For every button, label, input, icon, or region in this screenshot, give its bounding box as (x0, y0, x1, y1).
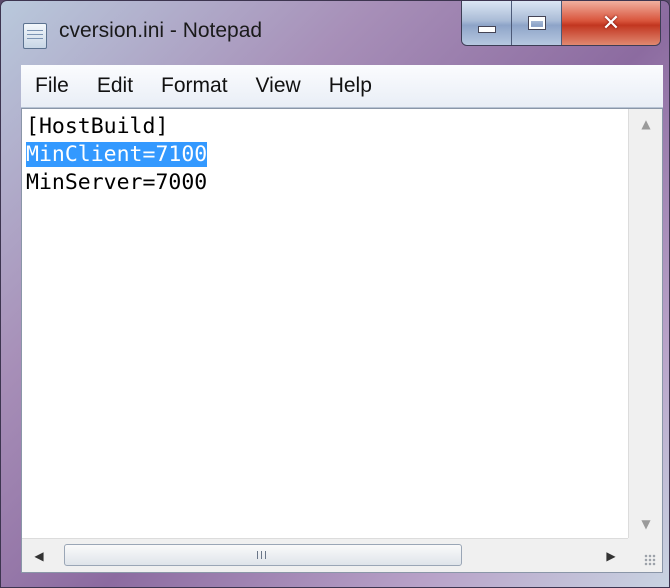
maximize-button[interactable] (512, 1, 562, 45)
minimize-icon (477, 25, 496, 33)
text-editor[interactable]: [HostBuild] MinClient=7100 MinServer=700… (22, 109, 628, 539)
menu-view[interactable]: View (242, 74, 315, 98)
notepad-window: cversion.ini - Notepad ✕ File Edit Forma… (0, 0, 670, 588)
menu-help[interactable]: Help (315, 74, 386, 98)
horizontal-scrollbar[interactable]: ◀ ▶ (22, 538, 628, 572)
caption-buttons: ✕ (461, 1, 661, 46)
scroll-up-icon[interactable]: ▲ (629, 109, 663, 139)
resize-grip-icon[interactable] (628, 538, 662, 572)
scroll-right-icon[interactable]: ▶ (596, 539, 626, 573)
selected-text[interactable]: MinClient=7100 (26, 142, 208, 167)
line-text: [HostBuild] (26, 114, 169, 139)
menu-file[interactable]: File (21, 74, 83, 98)
menu-format[interactable]: Format (147, 74, 242, 98)
close-button[interactable]: ✕ (562, 1, 660, 45)
line-text: MinServer=7000 (26, 170, 208, 195)
text-line: [HostBuild] (26, 113, 624, 141)
close-icon: ✕ (601, 10, 621, 36)
scroll-left-icon[interactable]: ◀ (24, 539, 54, 573)
editor-area: [HostBuild] MinClient=7100 MinServer=700… (21, 108, 663, 573)
horizontal-scroll-thumb[interactable] (64, 544, 462, 566)
menu-bar: File Edit Format View Help (21, 65, 663, 108)
title-bar[interactable]: cversion.ini - Notepad ✕ (1, 1, 669, 65)
text-line: MinServer=7000 (26, 169, 624, 197)
vertical-scrollbar[interactable]: ▲ ▼ (628, 109, 662, 539)
menu-edit[interactable]: Edit (83, 74, 147, 98)
scroll-down-icon[interactable]: ▼ (629, 509, 663, 539)
minimize-button[interactable] (462, 1, 512, 45)
grip-icon (257, 551, 269, 559)
window-title: cversion.ini - Notepad (59, 19, 263, 42)
notepad-icon[interactable] (23, 23, 47, 49)
text-line-selected: MinClient=7100 (26, 141, 624, 169)
maximize-icon (528, 17, 545, 29)
